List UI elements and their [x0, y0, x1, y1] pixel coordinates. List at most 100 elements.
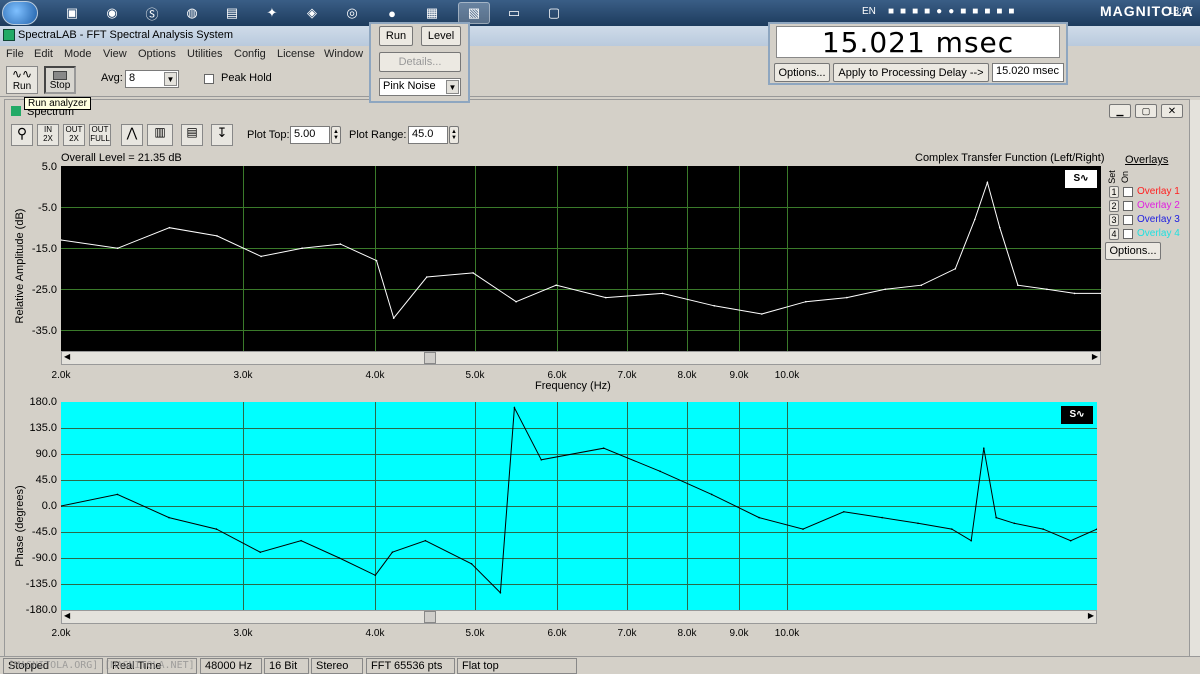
data-point [391, 551, 394, 553]
data-point [713, 305, 715, 307]
data-point [805, 300, 807, 303]
menu-config[interactable]: Config [234, 48, 266, 60]
menu-utilities[interactable]: Utilities [187, 48, 222, 60]
amplitude-plot[interactable]: S∿ [61, 166, 1101, 351]
overlay-row-2[interactable]: 2 Overlay 2 [1109, 200, 1189, 214]
overlay-checkbox[interactable] [1123, 187, 1133, 197]
tray-icons[interactable]: ■■■■●●■■■■■ [888, 6, 1088, 17]
phase-ytick: 135.0 [29, 422, 57, 434]
data-point [999, 226, 1001, 229]
signal-select[interactable]: Pink Noise ▼ [379, 78, 461, 96]
generator-level-button[interactable]: Level [421, 26, 461, 46]
overlay-row-4[interactable]: 4 Overlay 4 [1109, 228, 1189, 242]
data-point [259, 551, 262, 553]
run-button[interactable]: ∿∿ Run [6, 66, 38, 94]
plot-top-input[interactable]: 5.00 [290, 126, 330, 144]
overlay-set-button[interactable]: 1 [1109, 186, 1119, 198]
line-graph-icon[interactable]: ⋀ [121, 124, 143, 146]
close-icon[interactable]: ✕ [1161, 104, 1183, 118]
generator-details-button[interactable]: Details... [379, 52, 461, 72]
delay-panel: 15.021 msec Options... Apply to Processi… [768, 22, 1068, 85]
overlay-row-3[interactable]: 3 Overlay 3 [1109, 214, 1189, 228]
phase-xtick: 2.0k [51, 628, 71, 639]
plot-range-spinner[interactable]: ▲ ▼ [449, 126, 459, 144]
app-icon-8[interactable]: ▢ [538, 2, 570, 24]
app-icon[interactable]: ◍ [176, 2, 208, 24]
overlay-set-button[interactable]: 2 [1109, 200, 1119, 212]
overlay-checkbox[interactable] [1123, 215, 1133, 225]
zoom-full-icon[interactable]: OUT FULL [89, 124, 111, 146]
start-button[interactable] [2, 1, 38, 25]
app-icon-3[interactable]: ◈ [296, 2, 328, 24]
phase-xtick: 7.0k [617, 628, 637, 639]
language-indicator[interactable]: EN [862, 6, 876, 17]
generator-panel: Run Level Details... Pink Noise ▼ [369, 22, 470, 103]
data-point [300, 539, 302, 542]
menu-view[interactable]: View [103, 48, 127, 60]
maximize-icon[interactable]: ▢ [1135, 104, 1157, 118]
scroll-left-icon[interactable]: ◀ [64, 611, 70, 620]
menu-options[interactable]: Options [138, 48, 176, 60]
amp-xtick: 2.0k [51, 370, 71, 381]
table-icon[interactable]: ▤ [181, 124, 203, 146]
amp-xtick: 5.0k [465, 370, 485, 381]
plot-top-spinner[interactable]: ▲ ▼ [331, 126, 341, 144]
menu-mode[interactable]: Mode [64, 48, 92, 60]
menu-file[interactable]: File [6, 48, 24, 60]
app-icon-4[interactable]: ◎ [336, 2, 368, 24]
apply-delay-button[interactable]: Apply to Processing Delay --> [833, 63, 989, 82]
delay-options-button[interactable]: Options... [774, 63, 830, 82]
menu-window[interactable]: Window [324, 48, 363, 60]
opera-icon[interactable]: ◉ [96, 2, 128, 24]
data-point [555, 284, 557, 286]
spectralab-taskbar-icon[interactable]: ▧ [458, 2, 490, 24]
vertical-scrollbar[interactable] [1189, 100, 1200, 656]
zoom-out-2x-icon[interactable]: OUT 2X [63, 124, 85, 146]
peak-hold-checkbox[interactable] [204, 74, 214, 84]
save-icon[interactable]: ▣ [56, 2, 88, 24]
data-point [661, 292, 664, 295]
zoom-icon[interactable]: ⚲ [11, 124, 33, 146]
scroll-right-icon[interactable]: ▶ [1088, 611, 1094, 620]
overlay-checkbox[interactable] [1123, 229, 1133, 239]
overlay-set-button[interactable]: 3 [1109, 214, 1119, 226]
data-point [758, 516, 760, 519]
overlay-label: Overlay 2 [1137, 200, 1180, 211]
phase-ytick: 45.0 [35, 474, 57, 486]
data-point [1073, 292, 1076, 295]
minimize-icon[interactable]: ▁ [1109, 104, 1131, 118]
scroll-thumb[interactable] [424, 611, 436, 623]
amp-ytick: -25.0 [31, 284, 57, 296]
plot-range-input[interactable]: 45.0 [408, 126, 448, 144]
app-icon-6[interactable]: ▦ [416, 2, 448, 24]
zoom-in-2x-icon[interactable]: IN 2X [37, 124, 59, 146]
phase-trace [61, 406, 1097, 594]
menu-edit[interactable]: Edit [34, 48, 53, 60]
bar-graph-icon[interactable]: ▥ [147, 124, 173, 146]
spectrum-window: Spectrum ▁ ▢ ✕ ⚲ IN 2X OUT 2X OUT FULL ⋀ ▥ … [4, 99, 1200, 657]
app-icon-2[interactable]: ✦ [256, 2, 288, 24]
avg-select[interactable]: 8 ▼ [125, 70, 179, 88]
overlay-options-button[interactable]: Options... [1105, 242, 1161, 260]
avg-value: 8 [129, 72, 136, 84]
range-icon[interactable]: ↧ [211, 124, 233, 146]
generator-run-button[interactable]: Run [379, 26, 413, 46]
scroll-thumb[interactable] [424, 352, 436, 364]
phase-plot[interactable]: S∿ [61, 402, 1097, 610]
overlay-set-button[interactable]: 4 [1109, 228, 1119, 240]
phase-horizontal-scrollbar[interactable]: ◀ ▶ [61, 610, 1097, 624]
overlay-checkbox[interactable] [1123, 201, 1133, 211]
stop-button[interactable]: Stop [44, 66, 76, 94]
app-icon-5[interactable]: ● [376, 2, 408, 24]
monitor-icon[interactable]: ▤ [216, 2, 248, 24]
scroll-right-icon[interactable]: ▶ [1092, 352, 1098, 361]
skype-icon[interactable]: Ⓢ [136, 2, 168, 24]
app-icon-7[interactable]: ▭ [498, 2, 530, 24]
avg-label: Avg: [101, 72, 123, 84]
scroll-left-icon[interactable]: ◀ [64, 352, 70, 361]
overlay-row-1[interactable]: 1 Overlay 1 [1109, 186, 1189, 200]
menu-license[interactable]: License [277, 48, 315, 60]
data-point [917, 522, 919, 525]
apply-delay-value[interactable]: 15.020 msec [992, 63, 1064, 82]
amp-horizontal-scrollbar[interactable]: ◀ ▶ [61, 351, 1101, 365]
